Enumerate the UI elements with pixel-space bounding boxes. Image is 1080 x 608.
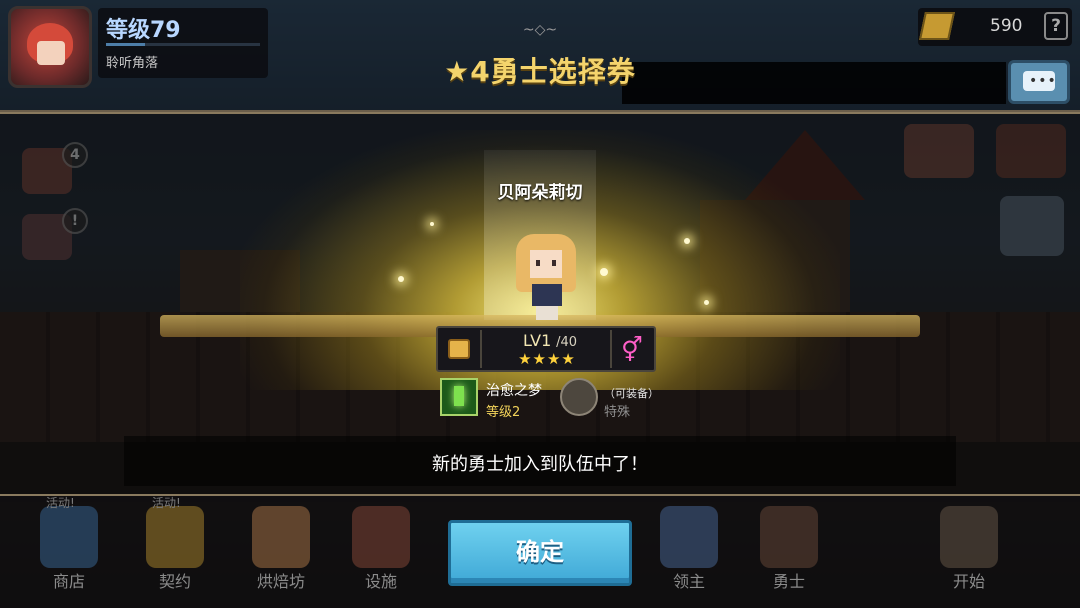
equip-label: （可装备）: [604, 387, 659, 400]
scroll-icon-shape: [448, 339, 470, 359]
nav-heroes[interactable]: 勇士: [746, 500, 832, 604]
divider: [610, 330, 612, 368]
lord-icon: [660, 506, 718, 568]
sparkle: [430, 222, 434, 226]
sparkle: [398, 276, 404, 282]
gender-icon: ⚥: [621, 336, 643, 364]
hero-eye: [552, 260, 556, 266]
skill-icon[interactable]: [440, 378, 478, 416]
avatar-face: [37, 41, 65, 65]
chat-dots: •••: [1029, 73, 1057, 89]
sparkle: [600, 268, 608, 276]
ticket-icon: [919, 12, 955, 40]
nav-label: 勇士: [772, 572, 805, 591]
facilities-icon: [352, 506, 410, 568]
page-title: ★4勇士选择券: [444, 55, 636, 88]
divider: [480, 330, 482, 368]
sparkle: [684, 238, 690, 244]
heroes-icon: [760, 506, 818, 568]
equip-slot[interactable]: [560, 378, 598, 416]
hero-level-value: LV1: [523, 331, 552, 350]
nav-facilities[interactable]: 设施: [338, 500, 424, 604]
hero-level: LV1 /40: [510, 331, 590, 350]
equip-type: 特殊: [604, 405, 631, 420]
player-xp-bar: [106, 43, 260, 46]
nav-label: 领主: [672, 572, 705, 591]
hero-eye: [536, 260, 540, 266]
chat-button[interactable]: •••: [1008, 60, 1070, 104]
nav-tag: 活动!: [152, 496, 181, 510]
hero-level-max: /40: [556, 335, 577, 350]
skill-level: 等级2: [486, 405, 521, 420]
nav-label: 开始: [952, 572, 985, 591]
title-ornament: ~◇~: [522, 22, 558, 38]
player-title: 聆听角落: [106, 56, 159, 71]
hero-sprite: [516, 234, 576, 320]
player-xp-fill: [106, 43, 145, 46]
scroll-icon[interactable]: [442, 332, 476, 366]
hero-star-rating: ★★★★: [518, 350, 576, 368]
reveal-message: 新的勇士加入到队伍中了！: [432, 454, 648, 475]
nav-shop[interactable]: 活动! 商店: [26, 496, 112, 604]
help-icon[interactable]: ?: [1044, 12, 1068, 40]
nav-contract[interactable]: 活动! 契约: [132, 496, 218, 604]
nav-label: 商店: [52, 572, 85, 591]
nav-label: 设施: [364, 572, 397, 591]
nav-bakery[interactable]: 烘焙坊: [238, 500, 324, 604]
currency-value: 590: [990, 16, 1023, 36]
shop-icon: [40, 506, 98, 568]
nav-lord[interactable]: 领主: [646, 500, 732, 604]
hero-body: [532, 284, 562, 306]
hero-name: 贝阿朵莉切: [497, 183, 583, 203]
heal-arrow-icon: [454, 386, 464, 406]
nav-label: 契约: [158, 572, 191, 591]
hero-face: [530, 250, 562, 278]
player-level: 等级79: [106, 18, 181, 43]
confirm-button[interactable]: 确定: [448, 520, 632, 586]
bakery-icon: [252, 506, 310, 568]
nav-start[interactable]: 开始: [926, 500, 1012, 604]
sparkle: [704, 300, 709, 305]
contract-icon: [146, 506, 204, 568]
player-avatar[interactable]: [8, 6, 92, 88]
nav-tag: 活动!: [46, 496, 75, 510]
start-icon: [940, 506, 998, 568]
hero-legs: [536, 306, 558, 320]
skill-name: 治愈之梦: [486, 383, 542, 399]
nav-label: 烘焙坊: [256, 572, 305, 591]
